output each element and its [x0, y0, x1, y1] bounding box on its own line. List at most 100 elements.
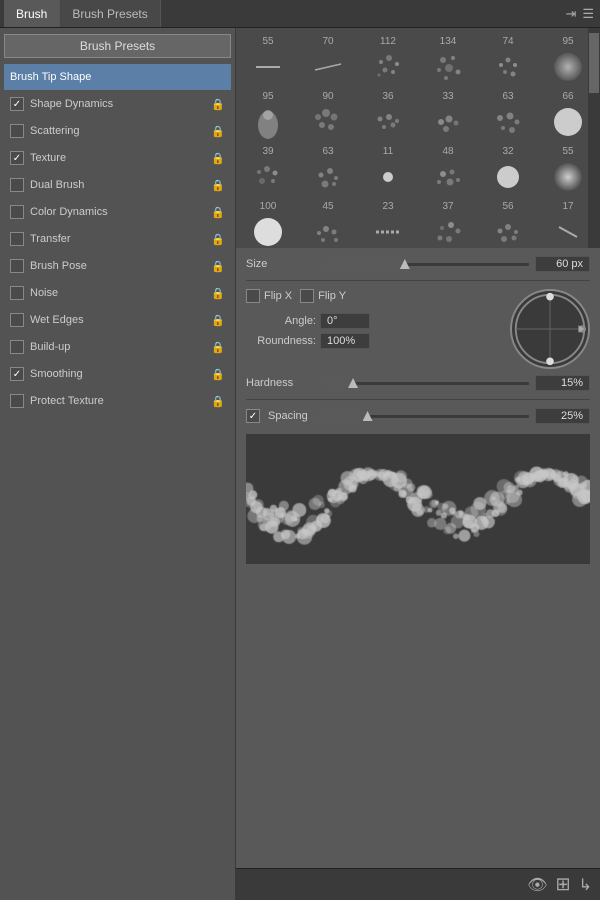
checkbox-transfer[interactable]	[10, 232, 24, 246]
brush-cell[interactable]: 48	[418, 142, 478, 197]
brush-cell[interactable]: 74	[478, 32, 538, 87]
panel-icon[interactable]: ↳	[579, 875, 592, 895]
flip-checkboxes: Flip X Flip Y	[246, 289, 504, 303]
lock-color-dynamics: 🔒	[211, 206, 225, 219]
flip-y-label: Flip Y	[318, 290, 346, 302]
sidebar-item-shape-dynamics[interactable]: ✓ Shape Dynamics 🔒	[4, 91, 231, 117]
controls-area: Size 60 px Flip X	[236, 248, 600, 868]
brush-cell[interactable]: 39	[238, 142, 298, 197]
brush-cell[interactable]: 45	[298, 197, 358, 248]
size-value[interactable]: 60 px	[535, 256, 590, 272]
brush-cell[interactable]: 23	[358, 197, 418, 248]
tab-brush[interactable]: Brush	[4, 0, 60, 27]
expand-icon[interactable]: ⇥	[565, 6, 576, 22]
sidebar-item-noise[interactable]: Noise 🔒	[4, 280, 231, 306]
brush-cell[interactable]: 134	[418, 32, 478, 87]
brush-cell[interactable]: 36	[358, 87, 418, 142]
brush-cell[interactable]: 112	[358, 32, 418, 87]
brush-cell[interactable]: 70	[298, 32, 358, 87]
brush-cell[interactable]: 55	[238, 32, 298, 87]
checkbox-dual-brush[interactable]	[10, 178, 24, 192]
brush-cell[interactable]: 95	[238, 87, 298, 142]
angle-circle[interactable]	[510, 289, 590, 369]
flip-x-checkbox[interactable]	[246, 289, 260, 303]
eye-icon[interactable]: 👁	[527, 875, 547, 895]
angle-roundness: Angle: 0° Roundness: 100%	[246, 313, 504, 349]
brush-grid: 55 70 112	[236, 28, 600, 248]
brush-cell[interactable]: 63	[478, 87, 538, 142]
brush-cell[interactable]: 11	[358, 142, 418, 197]
bottom-toolbar: 👁 ⊞ ↳	[236, 868, 600, 900]
checkbox-color-dynamics[interactable]	[10, 205, 24, 219]
checkbox-shape-dynamics[interactable]: ✓	[10, 97, 24, 111]
lock-build-up: 🔒	[211, 341, 225, 354]
brush-cell[interactable]: 37	[418, 197, 478, 248]
sidebar-item-brush-tip-shape[interactable]: Brush Tip Shape	[4, 64, 231, 90]
checkbox-scattering[interactable]	[10, 124, 24, 138]
lock-wet-edges: 🔒	[211, 314, 225, 327]
flip-controls: Flip X Flip Y Angle: 0° Round	[246, 289, 504, 349]
sidebar-item-scattering[interactable]: Scattering 🔒	[4, 118, 231, 144]
tab-extras: ⇥ ☰	[565, 0, 600, 27]
hardness-slider[interactable]	[322, 375, 529, 391]
brush-scrollbar-thumb	[589, 33, 599, 93]
angle-row: Angle: 0°	[246, 313, 504, 329]
brush-cell[interactable]: 33	[418, 87, 478, 142]
roundness-row: Roundness: 100%	[246, 333, 504, 349]
right-panel: 55 70 112	[236, 28, 600, 900]
brush-cell[interactable]: 100	[238, 197, 298, 248]
sidebar-list: Brush Tip Shape ✓ Shape Dynamics 🔒 Scatt…	[4, 64, 231, 414]
lock-protect-texture: 🔒	[211, 395, 225, 408]
sidebar-item-dual-brush[interactable]: Dual Brush 🔒	[4, 172, 231, 198]
sidebar-item-build-up[interactable]: Build-up 🔒	[4, 334, 231, 360]
flip-y-item[interactable]: Flip Y	[300, 289, 346, 303]
size-row: Size 60 px	[246, 256, 590, 272]
hardness-value[interactable]: 15%	[535, 375, 590, 391]
spacing-checkbox[interactable]: ✓	[246, 409, 260, 423]
spacing-slider[interactable]	[314, 408, 529, 424]
flip-row: Flip X Flip Y Angle: 0° Round	[246, 289, 590, 369]
brush-cell[interactable]: 32	[478, 142, 538, 197]
main-layout: Brush Presets Brush Tip Shape ✓ Shape Dy…	[0, 28, 600, 900]
angle-value[interactable]: 0°	[320, 313, 370, 329]
spacing-checkbox-group: ✓ Spacing	[246, 409, 308, 423]
hardness-label: Hardness	[246, 377, 316, 389]
angle-label: Angle:	[246, 315, 316, 327]
sidebar-item-brush-pose[interactable]: Brush Pose 🔒	[4, 253, 231, 279]
tab-bar: Brush Brush Presets ⇥ ☰	[0, 0, 600, 28]
left-panel: Brush Presets Brush Tip Shape ✓ Shape Dy…	[0, 28, 236, 900]
brush-preview-canvas	[246, 434, 590, 564]
lock-brush-pose: 🔒	[211, 260, 225, 273]
sidebar-item-texture[interactable]: ✓ Texture 🔒	[4, 145, 231, 171]
spacing-row: ✓ Spacing 25%	[246, 408, 590, 424]
sidebar-item-wet-edges[interactable]: Wet Edges 🔒	[4, 307, 231, 333]
checkbox-wet-edges[interactable]	[10, 313, 24, 327]
flip-y-checkbox[interactable]	[300, 289, 314, 303]
angle-circle-container	[510, 289, 590, 369]
lock-dual-brush: 🔒	[211, 179, 225, 192]
checkbox-brush-pose[interactable]	[10, 259, 24, 273]
checkbox-smoothing[interactable]: ✓	[10, 367, 24, 381]
grid-icon[interactable]: ⊞	[556, 874, 571, 895]
checkbox-noise[interactable]	[10, 286, 24, 300]
flip-x-label: Flip X	[264, 290, 292, 302]
spacing-value[interactable]: 25%	[535, 408, 590, 424]
sidebar-item-smoothing[interactable]: ✓ Smoothing 🔒	[4, 361, 231, 387]
roundness-value[interactable]: 100%	[320, 333, 370, 349]
brush-presets-button[interactable]: Brush Presets	[4, 34, 231, 58]
sidebar-item-transfer[interactable]: Transfer 🔒	[4, 226, 231, 252]
sidebar-item-protect-texture[interactable]: Protect Texture 🔒	[4, 388, 231, 414]
checkbox-build-up[interactable]	[10, 340, 24, 354]
brush-cell[interactable]: 90	[298, 87, 358, 142]
tab-brush-presets[interactable]: Brush Presets	[60, 0, 160, 27]
lock-noise: 🔒	[211, 287, 225, 300]
size-slider[interactable]	[322, 256, 529, 272]
brush-scrollbar[interactable]	[588, 28, 600, 248]
checkbox-protect-texture[interactable]	[10, 394, 24, 408]
brush-cell[interactable]: 56	[478, 197, 538, 248]
flip-x-item[interactable]: Flip X	[246, 289, 292, 303]
sidebar-item-color-dynamics[interactable]: Color Dynamics 🔒	[4, 199, 231, 225]
menu-icon[interactable]: ☰	[582, 6, 594, 22]
checkbox-texture[interactable]: ✓	[10, 151, 24, 165]
brush-cell[interactable]: 63	[298, 142, 358, 197]
